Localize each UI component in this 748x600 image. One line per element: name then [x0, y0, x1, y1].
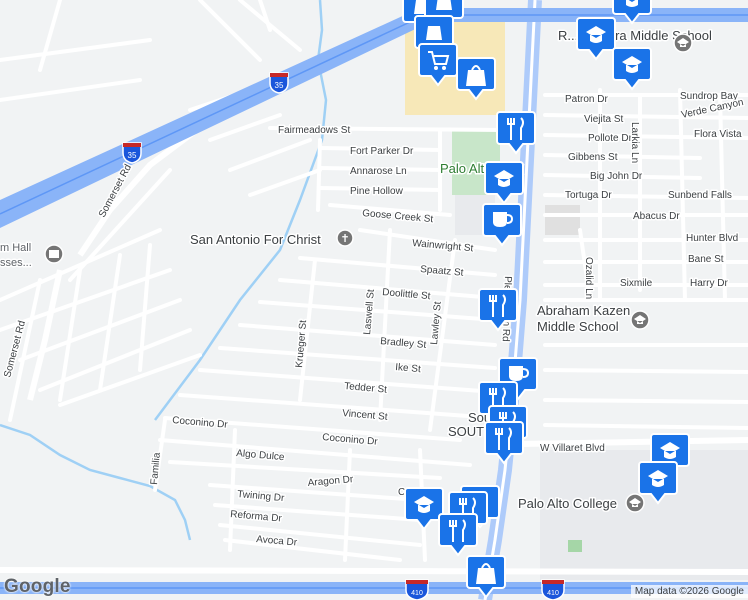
- street-label: Bane St: [688, 254, 724, 265]
- street-label: Viejita St: [584, 114, 624, 125]
- i410-shield-left: 410: [405, 579, 429, 600]
- park-small: [568, 540, 582, 552]
- google-logo: Google: [4, 576, 71, 597]
- street-label: Fort Parker Dr: [350, 146, 414, 157]
- college-label: Palo Alto College: [518, 496, 617, 511]
- place-label-left: sses...: [0, 257, 32, 269]
- street-label: Gibbens St: [568, 152, 618, 163]
- map-canvas[interactable]: 35 35 410 410 Fairmeadows St Fort Parker…: [0, 0, 748, 600]
- building-block: [545, 205, 580, 235]
- street-label: Sixmile: [620, 278, 653, 289]
- street-label: Ike St: [395, 362, 422, 375]
- street-label: W Villaret Blvd: [540, 443, 605, 454]
- street-label: Larkia Ln: [629, 122, 640, 163]
- street-label: Annarose Ln: [350, 166, 407, 177]
- street-label: Tortuga Dr: [565, 190, 612, 201]
- street-label: Pine Hollow: [350, 186, 404, 197]
- street-label: Ozalid Ln: [583, 257, 594, 299]
- place-label-left: m Hall: [0, 242, 31, 254]
- i35-shield-top: 35: [269, 72, 289, 94]
- street-label: Pollote Dr: [588, 133, 633, 144]
- svg-text:✝: ✝: [340, 232, 349, 245]
- i410-shield-right: 410: [541, 579, 565, 600]
- svg-text:35: 35: [275, 81, 284, 90]
- i35-shield-mid: 35: [122, 142, 142, 164]
- street-label: Sunbend Falls: [668, 190, 732, 201]
- middle-school-label: Middle School: [537, 319, 619, 334]
- svg-text:35: 35: [128, 151, 137, 160]
- svg-text:410: 410: [411, 590, 423, 597]
- street-label: Abacus Dr: [633, 211, 680, 222]
- street-label: Harry Dr: [690, 278, 728, 289]
- street-label: Big John Dr: [590, 171, 643, 182]
- street-label: Hunter Blvd: [686, 233, 738, 244]
- svg-text:410: 410: [547, 590, 559, 597]
- map-attribution[interactable]: Map data ©2026 Google: [630, 585, 748, 598]
- church-label: San Antonio For Christ: [190, 232, 321, 247]
- street-label: Fairmeadows St: [278, 125, 350, 136]
- street-label: Flora Vista: [694, 129, 742, 140]
- street-label: Patron Dr: [565, 94, 608, 105]
- middle-school-label: Abraham Kazen: [537, 303, 630, 318]
